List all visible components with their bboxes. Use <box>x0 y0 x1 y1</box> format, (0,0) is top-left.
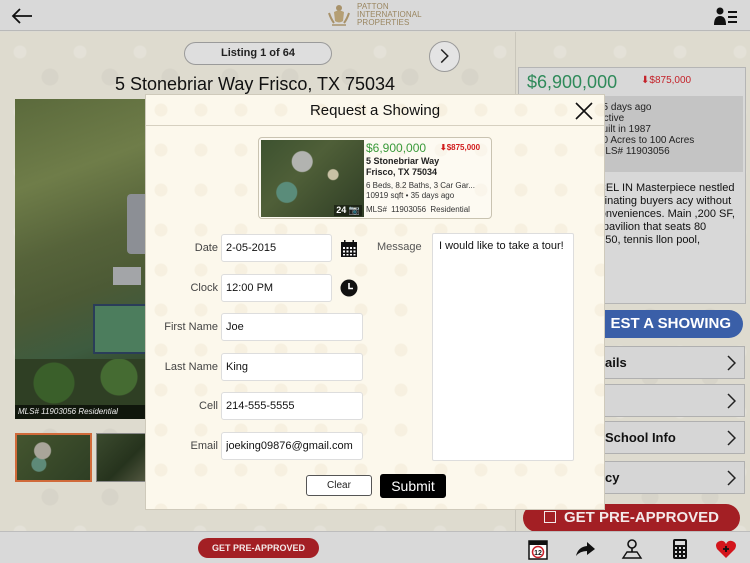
clock-icon[interactable] <box>340 279 358 297</box>
calendar-12-icon[interactable]: 12 <box>527 538 549 560</box>
date-input[interactable] <box>221 234 332 262</box>
close-x-icon[interactable] <box>574 101 594 121</box>
summary-meta-line: 6 Beds, 8.2 Baths, 3 Car Gar... <box>366 181 475 190</box>
preapprove-label: GET PRE-APPROVED <box>563 509 720 526</box>
fact-item: Active <box>597 113 737 124</box>
photo-thumbnail-selected[interactable] <box>15 433 92 482</box>
fact-item: 35 days ago <box>597 102 737 113</box>
photo-detail <box>93 304 145 354</box>
first-name-input[interactable] <box>221 313 363 341</box>
listing-address: 5 Stonebriar Way Frisco, TX 75034 <box>114 74 396 94</box>
photo-detail <box>113 267 141 285</box>
facts-list: 35 days ago Active built in 1987 10 Acre… <box>597 102 737 157</box>
date-label: Date <box>194 242 218 254</box>
share-arrow-icon[interactable] <box>574 538 596 560</box>
next-listing-button[interactable] <box>429 41 460 72</box>
fact-item: 10 Acres to 100 Acres <box>597 135 737 146</box>
summary-price: $6,900,000 <box>366 141 427 155</box>
summary-photo: 24 📷 <box>261 140 364 217</box>
fact-item: built in 1987 <box>597 124 737 135</box>
summary-mls: MLS# 11903056 Residential <box>366 205 470 214</box>
price-drop: ⬇$875,000 <box>641 75 691 86</box>
chevron-right-icon <box>727 430 736 446</box>
listing-summary-card: 24 📷 $6,900,000 ⬇$875,000 5 Stonebriar W… <box>258 137 492 219</box>
submit-button[interactable]: Submit <box>380 474 446 498</box>
crest-icon <box>328 5 350 26</box>
chevron-right-icon <box>440 48 449 64</box>
logo-line: PROPERTIES <box>357 18 410 27</box>
top-bar: PATTON INTERNATIONAL PROPERTIES <box>0 0 750 31</box>
summary-address-line: Frisco, TX 75034 <box>366 167 438 177</box>
message-textarea[interactable]: I would like to take a tour! <box>432 233 574 461</box>
get-preapproved-small-button[interactable]: GET PRE-APPROVED <box>198 538 319 558</box>
summary-meta: 6 Beds, 8.2 Baths, 3 Car Gar... 10919 sq… <box>366 181 491 201</box>
menu-row-label: cy <box>605 470 620 485</box>
time-input[interactable] <box>221 274 332 302</box>
message-label: Message <box>377 241 422 253</box>
request-showing-modal: Request a Showing 24 📷 $6,900,000 ⬇$875,… <box>145 94 605 510</box>
camera-icon: 📷 <box>348 205 360 215</box>
calculator-icon[interactable] <box>669 538 691 560</box>
photo-count: 24 📷 <box>334 205 362 216</box>
price: $6,900,000 <box>527 72 618 92</box>
checkbox-icon <box>543 511 556 523</box>
chevron-right-icon <box>727 355 736 371</box>
photo-thumbnail[interactable] <box>96 433 146 482</box>
last-name-label: Last Name <box>164 361 218 373</box>
fact-item: MLS# 11903056 <box>597 146 737 157</box>
summary-meta-line: 10919 sqft • 35 days ago <box>366 191 455 200</box>
chevron-right-icon <box>727 393 736 409</box>
clock-label: Clock <box>190 282 218 294</box>
listing-counter: Listing 1 of 64 <box>184 42 332 65</box>
heart-plus-icon[interactable] <box>715 538 737 560</box>
chevron-right-icon <box>727 470 736 486</box>
menu-row-label: ails <box>605 355 627 370</box>
email-label: Email <box>190 440 218 452</box>
svg-text:12: 12 <box>534 550 542 557</box>
logo: PATTON INTERNATIONAL PROPERTIES <box>326 3 422 27</box>
photo-caption: MLS# 11903056 Residential <box>15 405 145 419</box>
summary-address: 5 Stonebriar Way Frisco, TX 75034 <box>366 156 439 178</box>
email-input[interactable] <box>221 432 363 460</box>
summary-address-line: 5 Stonebriar Way <box>366 156 440 166</box>
modal-header: Request a Showing <box>146 95 604 126</box>
hero-photo[interactable]: MLS# 11903056 Residential <box>15 99 145 419</box>
cell-input[interactable] <box>221 392 363 420</box>
logo-text: PATTON INTERNATIONAL PROPERTIES <box>357 3 422 27</box>
summary-price-drop-value: $875,000 <box>446 143 481 152</box>
menu-row-label: School Info <box>605 430 676 445</box>
cell-label: Cell <box>199 400 218 412</box>
arrow-left-icon[interactable] <box>10 6 34 26</box>
map-pin-icon[interactable] <box>621 538 643 560</box>
person-list-icon[interactable] <box>714 6 738 26</box>
first-name-label: First Name <box>164 321 218 333</box>
last-name-input[interactable] <box>221 353 363 381</box>
calendar-icon[interactable] <box>340 240 358 258</box>
photo-count-value: 24 <box>336 205 347 215</box>
price-drop-value: $875,000 <box>649 75 692 86</box>
arrow-down-icon: ⬇ <box>440 143 447 152</box>
clear-button[interactable]: Clear <box>306 475 372 496</box>
photo-detail <box>127 194 145 254</box>
bottom-toolbar: GET PRE-APPROVED 12 <box>0 531 750 563</box>
modal-title: Request a Showing <box>309 102 441 119</box>
summary-price-drop: ⬇$875,000 <box>440 143 480 152</box>
